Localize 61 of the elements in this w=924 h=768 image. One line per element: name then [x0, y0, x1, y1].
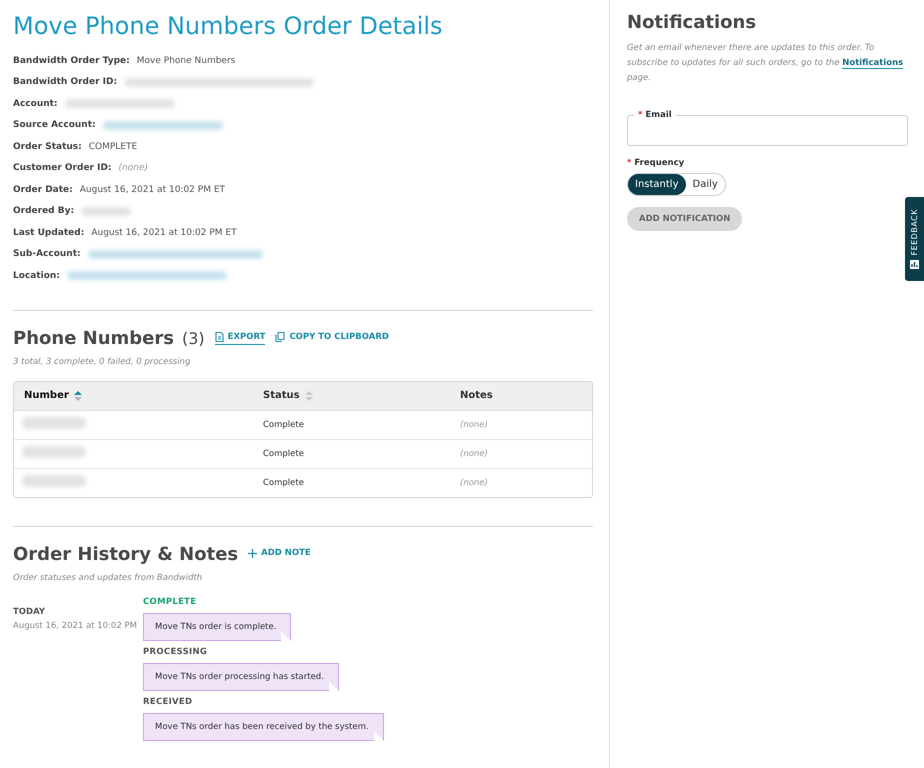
note-card: Move TNs order processing has started. [143, 662, 339, 690]
plus-icon [248, 548, 258, 558]
note-card: Move TNs order is complete. [143, 612, 292, 640]
notifications-link[interactable]: Notifications [842, 58, 904, 69]
notes-cell: (none) [460, 420, 488, 430]
required-mark: * [627, 158, 632, 168]
status-cell: Complete [263, 420, 304, 430]
detail-value: Move Phone Numbers [136, 56, 236, 66]
sort-icon [304, 390, 313, 402]
notifications-description: Get an email whenever there are updates to this order. To subscribe to updates for all such orders, go to the Notifications page. [627, 42, 904, 85]
status-label: RECEIVED [143, 696, 194, 706]
section-heading: Order History & Notes [13, 544, 238, 564]
day-label: TODAY [13, 606, 46, 616]
detail-label: Account: [13, 98, 58, 109]
column-header[interactable]: Number [14, 390, 263, 402]
export-link[interactable]: EXPORT [214, 332, 266, 344]
notes-cell: (none) [460, 478, 488, 488]
section-heading: Phone Numbers [13, 328, 174, 348]
panel-heading: Notifications [627, 12, 758, 33]
history-subtitle: Order statuses and updates from Bandwidth [13, 572, 204, 582]
detail-label: Bandwidth Order Type: [13, 56, 130, 66]
column-header[interactable]: Notes [460, 390, 592, 401]
detail-value: August 16, 2021 at 10:02 PM ET [91, 228, 237, 238]
detail-label: Sub-Account: [13, 249, 81, 260]
detail-value: COMPLETE [88, 142, 138, 152]
summary-text: 3 total, 3 complete, 0 failed, 0 processing [13, 356, 192, 366]
chart-icon [910, 260, 919, 269]
detail-label: Last Updated: [13, 228, 84, 238]
status-cell: Complete [263, 478, 304, 488]
detail-label: Order Status: [13, 142, 82, 152]
detail-label: Source Account: [13, 120, 96, 130]
required-mark: * [638, 110, 642, 120]
detail-label: Customer Order ID: [13, 163, 112, 174]
field-label: Email [645, 110, 672, 120]
detail-value: August 16, 2021 at 10:02 PM ET [80, 184, 226, 195]
redacted-link[interactable] [102, 120, 223, 130]
add-note-link[interactable]: ADD NOTE [248, 548, 311, 560]
status-label: PROCESSING [143, 646, 208, 656]
copy-link[interactable]: COPY TO CLIPBOARD [275, 332, 389, 344]
sort-icon [74, 390, 82, 402]
feedback-tab[interactable]: FEEDBACK [905, 197, 924, 281]
copy-icon [275, 332, 286, 342]
detail-label: Location: [13, 270, 60, 281]
notes-cell: (none) [460, 448, 488, 458]
redacted-link[interactable] [88, 250, 263, 259]
email-field[interactable]: * Email [627, 110, 908, 146]
note-card: Move TNs order has been received by the system. [143, 712, 384, 740]
column-header[interactable]: Status [263, 390, 460, 402]
count-label: (3) [182, 328, 205, 348]
detail-label: Ordered By: [13, 206, 74, 216]
status-cell: Complete [263, 448, 304, 458]
detail-label: Order Date: [13, 184, 73, 195]
frequency-option[interactable]: Instantly [628, 174, 686, 195]
redacted-link[interactable] [66, 271, 227, 280]
detail-value: (none) [118, 163, 148, 174]
timestamp: August 16, 2021 at 10:02 PM [13, 620, 138, 630]
page-title: Move Phone Numbers Order Details [13, 12, 444, 40]
detail-label: Bandwidth Order ID: [13, 77, 118, 88]
field-label: Frequency [634, 158, 684, 168]
document-icon [214, 332, 224, 342]
status-label: COMPLETE [143, 596, 198, 606]
